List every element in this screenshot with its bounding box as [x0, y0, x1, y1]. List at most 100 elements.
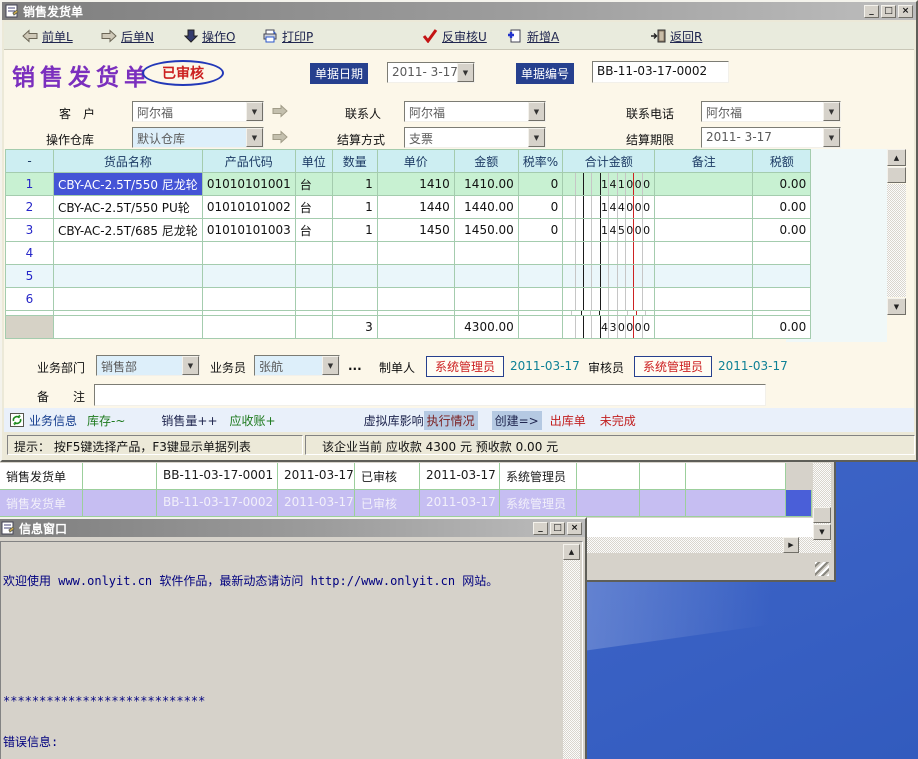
- chevron-down-icon[interactable]: ▼: [823, 128, 840, 147]
- cell-amount[interactable]: [454, 265, 518, 288]
- table-row[interactable]: 1 CBY-AC-2.5T/550 尼龙轮 01010101001 台 1 14…: [6, 173, 811, 196]
- add-new-button[interactable]: 新增A: [507, 26, 559, 46]
- scroll-down-button[interactable]: ▼: [813, 524, 831, 540]
- cell-taxrate[interactable]: 0: [518, 173, 562, 196]
- list-cell-highlight[interactable]: [786, 490, 812, 516]
- cell-unit[interactable]: 台: [295, 173, 332, 196]
- contact-combo[interactable]: 阿尔福 ▼: [404, 101, 546, 122]
- cell-taxrate[interactable]: [518, 265, 562, 288]
- cell-rowno[interactable]: 2: [6, 196, 54, 219]
- table-row[interactable]: 5: [6, 265, 811, 288]
- table-row[interactable]: 3 CBY-AC-2.5T/685 尼龙轮 01010101003 台 1 14…: [6, 219, 811, 242]
- close-button[interactable]: ×: [567, 522, 582, 535]
- cell-rowno[interactable]: 1: [6, 173, 54, 196]
- cell-unit[interactable]: 台: [295, 219, 332, 242]
- cell-tax[interactable]: [753, 288, 811, 311]
- cell-tax[interactable]: 0.00: [753, 173, 811, 196]
- cell-tax[interactable]: [753, 265, 811, 288]
- cell-total-digits[interactable]: 144000: [563, 196, 655, 219]
- customer-combo[interactable]: 阿尔福 ▼: [132, 101, 264, 122]
- cell-unit[interactable]: [295, 265, 332, 288]
- list-cell-docno[interactable]: BB-11-03-17-0002: [157, 490, 278, 516]
- list-cell-empty[interactable]: [577, 490, 640, 516]
- cell-taxrate[interactable]: 0: [518, 219, 562, 242]
- cell-name[interactable]: [54, 265, 203, 288]
- resize-grip[interactable]: [815, 562, 829, 576]
- chevron-down-icon[interactable]: ▼: [823, 102, 840, 121]
- chevron-down-icon[interactable]: ▼: [322, 356, 339, 375]
- doc-date-combo[interactable]: 2011- 3-17 ▼: [387, 62, 475, 83]
- cell-name[interactable]: [54, 288, 203, 311]
- scrollbar-track[interactable]: [887, 184, 906, 297]
- cell-name-selected[interactable]: CBY-AC-2.5T/550 尼龙轮: [54, 173, 203, 196]
- cell-code[interactable]: 01010101001: [202, 173, 295, 196]
- cell-qty[interactable]: 1: [332, 219, 377, 242]
- cell-remark[interactable]: [655, 219, 753, 242]
- table-row[interactable]: 2 CBY-AC-2.5T/550 PU轮 01010101002 台 1 14…: [6, 196, 811, 219]
- more-button[interactable]: ...: [348, 359, 362, 373]
- scroll-down-button[interactable]: ▼: [887, 298, 906, 315]
- list-cell-empty[interactable]: [640, 463, 686, 489]
- hand-pointer-icon[interactable]: [272, 104, 288, 118]
- cell-rowno[interactable]: 5: [6, 265, 54, 288]
- list-row-selected[interactable]: 销售发货单 BB-11-03-17-0002 2011-03-17 已审核 20…: [0, 490, 812, 517]
- cell-qty[interactable]: [332, 265, 377, 288]
- chevron-down-icon[interactable]: ▼: [457, 63, 474, 82]
- cell-rowno[interactable]: 3: [6, 219, 54, 242]
- refresh-icon[interactable]: [10, 413, 24, 427]
- list-cell-operator[interactable]: 系统管理员: [500, 463, 577, 489]
- cell-code[interactable]: [202, 242, 295, 265]
- list-cell-operator[interactable]: 系统管理员: [500, 490, 577, 516]
- list-cell-empty[interactable]: [83, 463, 157, 489]
- cell-remark[interactable]: [655, 173, 753, 196]
- cell-price[interactable]: 1440: [377, 196, 454, 219]
- minimize-button[interactable]: _: [533, 522, 548, 535]
- cell-remark[interactable]: [655, 288, 753, 311]
- cell-total-digits[interactable]: 145000: [563, 219, 655, 242]
- print-button[interactable]: 打印P: [262, 26, 313, 46]
- remark-input[interactable]: [94, 384, 766, 406]
- cell-taxrate[interactable]: [518, 242, 562, 265]
- exec-status-button[interactable]: 执行情况: [424, 411, 478, 430]
- list-cell-auditdate[interactable]: 2011-03-17: [420, 463, 500, 489]
- chevron-down-icon[interactable]: ▼: [182, 356, 199, 375]
- list-cell-empty[interactable]: [686, 490, 786, 516]
- cell-code[interactable]: [202, 265, 295, 288]
- dept-combo[interactable]: 销售部 ▼: [96, 355, 200, 376]
- maximize-button[interactable]: □: [881, 5, 896, 18]
- minimize-button[interactable]: _: [864, 5, 879, 18]
- cell-remark[interactable]: [655, 242, 753, 265]
- chevron-down-icon[interactable]: ▼: [528, 102, 545, 121]
- cell-taxrate[interactable]: [518, 288, 562, 311]
- cell-name[interactable]: CBY-AC-2.5T/685 尼龙轮: [54, 219, 203, 242]
- cell-tax[interactable]: 0.00: [753, 196, 811, 219]
- list-cell-docno[interactable]: BB-11-03-17-0001: [157, 463, 278, 489]
- prev-doc-button[interactable]: 前单L: [22, 26, 73, 46]
- chevron-down-icon[interactable]: ▼: [246, 128, 263, 147]
- cell-price[interactable]: 1410: [377, 173, 454, 196]
- cell-price[interactable]: [377, 265, 454, 288]
- list-cell-type[interactable]: 销售发货单: [0, 463, 83, 489]
- cell-amount[interactable]: [454, 242, 518, 265]
- list-cell-date[interactable]: 2011-03-17: [278, 490, 355, 516]
- cell-name[interactable]: [54, 242, 203, 265]
- cell-unit[interactable]: [295, 242, 332, 265]
- phone-combo[interactable]: 阿尔福 ▼: [701, 101, 841, 122]
- cell-rowno[interactable]: 4: [6, 242, 54, 265]
- settle-method-combo[interactable]: 支票 ▼: [404, 127, 546, 148]
- cell-remark[interactable]: [655, 196, 753, 219]
- back-button[interactable]: 返回R: [650, 26, 702, 46]
- scrollbar-thumb[interactable]: [887, 167, 906, 183]
- list-cell-status[interactable]: 已审核: [355, 463, 420, 489]
- cell-amount[interactable]: [454, 288, 518, 311]
- cell-code[interactable]: [202, 288, 295, 311]
- operations-button[interactable]: 操作O: [184, 26, 235, 46]
- list-cell-empty[interactable]: [640, 490, 686, 516]
- list-cell-empty[interactable]: [686, 463, 786, 489]
- chevron-down-icon[interactable]: ▼: [528, 128, 545, 147]
- salesman-combo[interactable]: 张航 ▼: [254, 355, 340, 376]
- cell-total-digits[interactable]: [563, 288, 655, 311]
- cell-qty[interactable]: [332, 242, 377, 265]
- scrollbar-thumb[interactable]: [813, 507, 831, 523]
- list-cell-empty[interactable]: [83, 490, 157, 516]
